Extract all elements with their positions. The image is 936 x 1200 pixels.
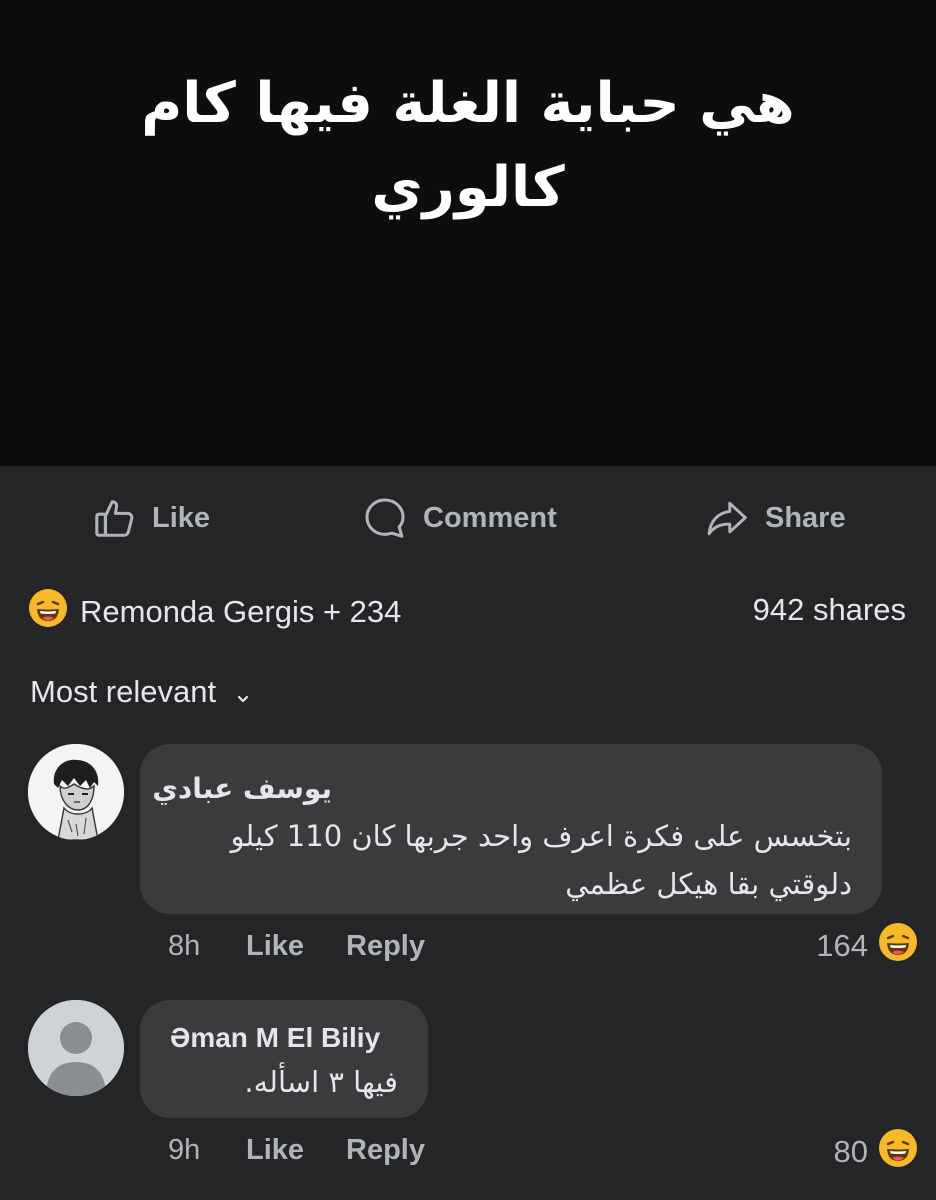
- reactors-text: Remonda Gergis + 234: [80, 594, 402, 629]
- comment-text: بتخسس على فكرة اعرف واحد جربها كان 110 ك…: [230, 812, 852, 908]
- comment-time: 9h: [168, 1134, 201, 1166]
- chevron-down-icon: [236, 676, 250, 712]
- comment-bubble[interactable]: Əman M El Biliy فيها ٣ اسأله.: [140, 1000, 428, 1118]
- comment-like-button[interactable]: Like: [246, 930, 304, 963]
- comment-text-line-2: دلوقتي بقا هيكل عظمي: [565, 867, 852, 901]
- comment-bubble[interactable]: يوسف عبادي بتخسس على فكرة اعرف واحد جربه…: [140, 744, 882, 914]
- comment-reaction-count[interactable]: 80: [834, 1128, 918, 1176]
- reaction-number: 164: [816, 928, 868, 963]
- comment-reaction-count[interactable]: 164: [816, 922, 918, 970]
- commenter-avatar[interactable]: [28, 744, 124, 840]
- comment-author[interactable]: Əman M El Biliy: [170, 1022, 380, 1054]
- share-arrow-icon: [703, 496, 751, 540]
- comment-text-line-1: بتخسس على فكرة اعرف واحد جربها كان 110 ك…: [230, 819, 852, 853]
- post-text-line-1: هي حباية الغلة فيها كام: [141, 71, 795, 136]
- comment-time: 8h: [168, 930, 201, 962]
- thumbs-up-icon: [92, 495, 138, 541]
- comment-text: فيها ٣ اسأله.: [244, 1065, 398, 1099]
- shares-count[interactable]: 942 shares: [753, 592, 906, 628]
- sort-label: Most relevant: [30, 674, 217, 709]
- reaction-number: 80: [833, 1134, 868, 1169]
- post-text: هي حباية الغلة فيها كام كالوري: [80, 62, 856, 230]
- laughing-emoji-icon: [28, 588, 68, 636]
- comment-reply-button[interactable]: Reply: [346, 1134, 425, 1167]
- commenter-avatar[interactable]: [28, 1000, 124, 1096]
- comment-author[interactable]: يوسف عبادي: [152, 772, 332, 805]
- avatar-illustration-icon: [28, 744, 124, 840]
- comment-bubble-icon: [361, 495, 409, 541]
- share-button[interactable]: Share: [703, 496, 846, 540]
- post-image[interactable]: هي حباية الغلة فيها كام كالوري: [0, 0, 936, 466]
- comment-label: Comment: [423, 501, 557, 534]
- comment-sort-dropdown[interactable]: Most relevant: [30, 672, 250, 712]
- laughing-emoji-icon: [878, 1128, 918, 1176]
- post-action-bar: Like Comment Share: [0, 466, 936, 566]
- comment-like-button[interactable]: Like: [246, 1134, 304, 1167]
- post-text-line-2: كالوري: [371, 155, 565, 220]
- reactions-summary: Remonda Gergis + 234 942 shares: [28, 588, 906, 632]
- reactors-button[interactable]: Remonda Gergis + 234: [28, 588, 401, 636]
- like-button[interactable]: Like: [92, 496, 210, 540]
- share-label: Share: [765, 501, 846, 534]
- like-label: Like: [152, 501, 211, 534]
- laughing-emoji-icon: [878, 922, 918, 970]
- comment-reply-button[interactable]: Reply: [346, 930, 425, 963]
- default-profile-icon: [28, 1000, 124, 1096]
- comment-button[interactable]: Comment: [361, 496, 557, 540]
